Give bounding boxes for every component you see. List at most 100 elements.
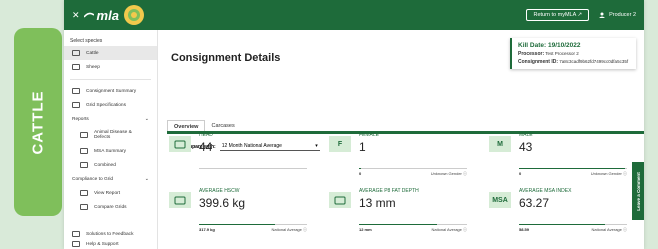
metric-bar <box>519 168 627 169</box>
sidebar-item-combined[interactable]: Combined <box>64 158 157 172</box>
grid-icon <box>72 102 80 108</box>
metric-bar <box>199 168 307 169</box>
metric-foot: 0 Unknown Gender ⓘ <box>359 171 467 177</box>
sheep-icon <box>72 64 80 70</box>
metric-value: 63.27 <box>519 196 550 210</box>
producer-name: Producer 2 <box>609 12 636 18</box>
metric-foot-right[interactable]: National Average ⓘ <box>591 227 627 233</box>
metric-bar-fill <box>359 224 437 225</box>
sidebar-item-animal-disease[interactable]: Animal Disease & Defects <box>64 126 157 144</box>
metric-badge: F <box>329 136 351 152</box>
metric-foot-left: 317.9 kg <box>199 227 215 232</box>
sidebar-item-label: MSA Summary <box>94 148 126 154</box>
sidebar-item-label: Solutions to Feedback <box>86 231 134 237</box>
cow-icon <box>72 50 80 56</box>
metric-foot: 0 Unknown Gender ⓘ <box>519 171 627 177</box>
metric-label: MALE <box>519 132 533 138</box>
metric-bar <box>519 224 627 225</box>
metric-bar-fill <box>519 224 606 225</box>
report-icon <box>80 162 88 168</box>
help-icon <box>72 241 80 247</box>
top-bar: ✕ mla Return to myMLA ↗ Producer 2 <box>64 0 644 30</box>
metric-foot: 12 mm National Average ⓘ <box>359 227 467 233</box>
metric-foot-right[interactable]: National Average ⓘ <box>431 227 467 233</box>
sidebar-item-label: Reports <box>72 116 89 122</box>
metric-foot-left: 12 mm <box>359 227 372 232</box>
kill-date-card: Kill Date: 19/10/2022 Processor: Test Pr… <box>510 38 636 69</box>
metric-label: AVERAGE P8 FAT DEPTH <box>359 188 419 194</box>
tab-carcases[interactable]: Carcases <box>205 120 240 131</box>
metric-bar <box>359 168 467 169</box>
species-heading: Select species <box>70 38 103 44</box>
sidebar-item-grid-specifications[interactable]: Grid Specifications <box>64 98 157 112</box>
cattle-side-tab-label: CATTLE <box>29 89 47 155</box>
sidebar: Select species Cattle Sheep Consignment … <box>64 30 158 249</box>
return-to-mymla-button[interactable]: Return to myMLA ↗ <box>526 9 590 21</box>
close-icon[interactable]: ✕ <box>72 10 80 21</box>
metric-label: FEMALE <box>359 132 380 138</box>
sidebar-item-label: Cattle <box>86 50 99 56</box>
chevron-down-icon: ⌄ <box>144 116 149 122</box>
metric-foot-left: 0 <box>359 171 362 176</box>
sidebar-item-reports[interactable]: Reports ⌄ <box>64 112 157 126</box>
feedback-icon <box>72 231 80 237</box>
report-icon <box>80 148 88 154</box>
sidebar-item-label: Grid Specifications <box>86 102 126 108</box>
consignment-id: 7a8c3cadf9b62fd7499cc0dfa5c35f <box>559 59 629 64</box>
sun-badge-icon <box>123 5 144 25</box>
sidebar-item-consignment-summary[interactable]: Consignment Summary <box>64 84 157 98</box>
metric-badge: MSA <box>489 192 511 208</box>
grid-icon <box>80 204 88 210</box>
metric-foot-left: 0 <box>519 171 522 176</box>
mla-logo-text: mla <box>96 7 119 23</box>
leave-comment-button[interactable]: Leave a Comment <box>632 162 644 220</box>
processor-value: Test Processor 2 <box>545 51 579 56</box>
report-icon <box>80 132 88 138</box>
metric-foot-right[interactable]: Unknown Gender ⓘ <box>431 171 467 177</box>
dropdown-arrow-icon: ▾ <box>315 143 318 149</box>
sidebar-item-help[interactable]: Help & Support <box>64 241 157 249</box>
metric-foot-right[interactable]: National Average ⓘ <box>271 227 307 233</box>
page-title: Consignment Details <box>171 52 281 64</box>
report-icon <box>80 190 88 196</box>
sidebar-item-label: Sheep <box>86 64 100 70</box>
user-icon <box>599 12 606 18</box>
tab-overview[interactable]: Overview <box>167 120 206 131</box>
metric-value: 399.6 kg <box>199 196 246 210</box>
sidebar-item-view-report[interactable]: View Report <box>64 186 157 200</box>
sidebar-item-label: Combined <box>94 162 116 168</box>
sidebar-item-compliance[interactable]: Compliance to Grid ⌄ <box>64 172 157 186</box>
consignment-row: Consignment ID: 7a8c3cadf9b62fd7499cc0df… <box>518 59 630 65</box>
metric-bar-fill <box>519 168 625 169</box>
sidebar-item-compare-grids[interactable]: Compare Grids <box>64 200 157 214</box>
metric-foot: 317.9 kg National Average ⓘ <box>199 227 307 233</box>
sidebar-item-sheep[interactable]: Sheep <box>64 60 157 74</box>
sidebar-item-label: Compliance to Grid <box>72 176 114 182</box>
scale-icon <box>169 192 191 208</box>
metric-bar <box>199 224 307 225</box>
kill-date: Kill Date: 19/10/2022 <box>518 42 581 49</box>
leave-comment-label: Leave a Comment <box>635 171 641 211</box>
metric-foot-right[interactable]: Unknown Gender ⓘ <box>591 171 627 177</box>
sidebar-item-solutions[interactable]: Solutions to Feedback <box>64 227 157 241</box>
sidebar-item-cattle[interactable]: Cattle <box>64 46 157 60</box>
sidebar-item-label: Consignment Summary <box>86 88 137 94</box>
metric-foot-left: 58.59 <box>519 227 530 232</box>
consignment-label: Consignment ID: <box>518 59 558 65</box>
metric-bar-fill <box>199 224 275 225</box>
mla-logo: mla <box>83 7 119 23</box>
chevron-down-icon: ⌄ <box>144 176 149 182</box>
metric-bar-fill <box>359 168 362 169</box>
metric-bar <box>359 224 467 225</box>
main-content: Consignment Details Kill Date: 19/10/202… <box>159 30 644 249</box>
sidebar-item-label: View Report <box>94 190 121 196</box>
app-window: ✕ mla Return to myMLA ↗ Producer 2 Selec… <box>64 0 644 249</box>
sidebar-item-label: Help & Support <box>86 241 119 247</box>
summary-icon <box>72 88 80 94</box>
processor-row: Processor: Test Processor 2 <box>518 51 630 57</box>
cow-head-icon <box>169 136 191 152</box>
user-menu[interactable]: Producer 2 <box>599 12 636 18</box>
sidebar-item-label: Animal Disease & Defects <box>93 130 132 140</box>
metric-label: HEAD <box>199 132 213 138</box>
sidebar-item-msa-summary[interactable]: MSA Summary <box>64 144 157 158</box>
